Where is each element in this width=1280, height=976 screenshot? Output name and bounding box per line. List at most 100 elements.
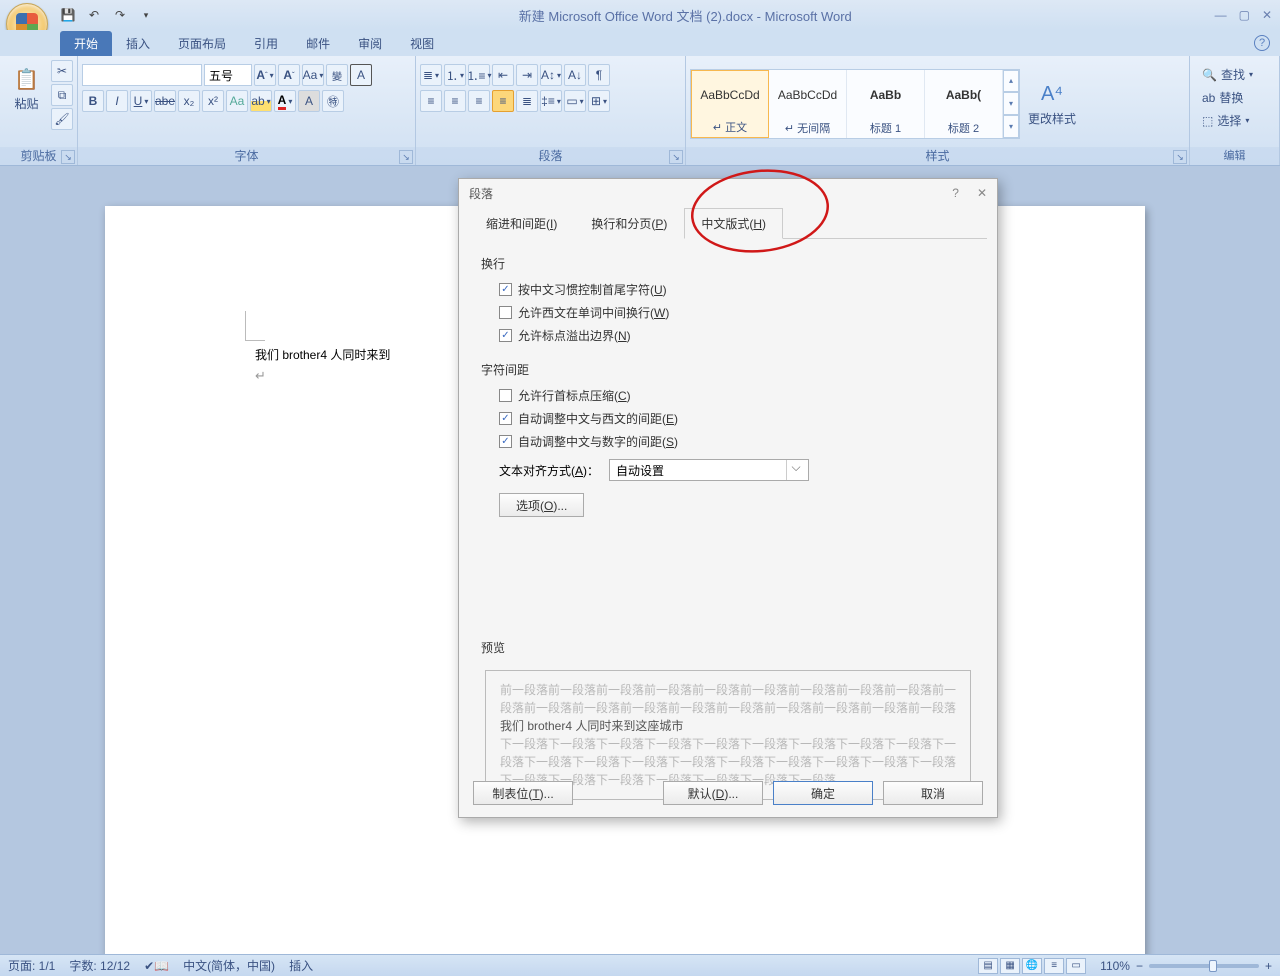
minimize-button[interactable]: —: [1215, 8, 1227, 22]
font-name-combo[interactable]: [82, 64, 202, 86]
clipboard-launcher[interactable]: ↘: [61, 150, 75, 164]
replace-button[interactable]: ab替换: [1198, 87, 1257, 108]
tab-view[interactable]: 视图: [396, 31, 448, 56]
tab-references[interactable]: 引用: [240, 31, 292, 56]
tab-insert[interactable]: 插入: [112, 31, 164, 56]
strike-button[interactable]: abe: [154, 90, 176, 112]
select-button[interactable]: ⬚选择▾: [1198, 110, 1257, 131]
check-punct-overflow[interactable]: 允许标点溢出边界(N): [481, 324, 975, 347]
default-button[interactable]: 默认(D)...: [663, 781, 763, 805]
sort-button[interactable]: A↓: [564, 64, 586, 86]
redo-icon[interactable]: ↷: [110, 5, 130, 25]
view-draft-icon[interactable]: ▭: [1066, 958, 1086, 974]
text-direction-button[interactable]: A↕: [540, 64, 562, 86]
font-color-button[interactable]: A: [274, 90, 296, 112]
view-print-icon[interactable]: ▤: [978, 958, 998, 974]
dialog-tab-indent[interactable]: 缩进和间距(I): [469, 208, 574, 239]
save-icon[interactable]: 💾: [58, 5, 78, 25]
maximize-button[interactable]: ▢: [1239, 8, 1250, 22]
highlight-button[interactable]: ab: [250, 90, 272, 112]
close-button[interactable]: ✕: [1262, 8, 1272, 22]
dialog-tab-cjk[interactable]: 中文版式(H): [684, 208, 783, 239]
underline-button[interactable]: U: [130, 90, 152, 112]
superscript-button[interactable]: x²: [202, 90, 224, 112]
format-painter-icon[interactable]: 🖌: [51, 108, 73, 130]
change-styles-button[interactable]: A⁴ 更改样式: [1022, 75, 1082, 132]
style-gallery-scroll[interactable]: ▴▾▾: [1003, 70, 1019, 138]
spellcheck-icon[interactable]: ✔📖: [144, 959, 169, 973]
font-size-combo[interactable]: 五号: [204, 64, 252, 86]
zoom-in-button[interactable]: +: [1265, 959, 1272, 973]
line-spacing-button[interactable]: ‡≡: [540, 90, 562, 112]
zoom-level[interactable]: 110%: [1100, 959, 1130, 973]
enclose-char-button[interactable]: ㊕: [322, 90, 344, 112]
cancel-button[interactable]: 取消: [883, 781, 983, 805]
tab-home[interactable]: 开始: [60, 31, 112, 56]
copy-icon[interactable]: ⧉: [51, 84, 73, 106]
check-cjk-number-space[interactable]: 自动调整中文与数字的间距(S): [481, 430, 975, 453]
undo-icon[interactable]: ↶: [84, 5, 104, 25]
zoom-out-button[interactable]: −: [1136, 959, 1143, 973]
style-heading1[interactable]: AaBb 标题 1: [847, 70, 925, 138]
change-case-button[interactable]: Aa: [302, 64, 324, 86]
align-right-button[interactable]: ≡: [468, 90, 490, 112]
zoom-slider[interactable]: [1149, 964, 1259, 968]
clear-format-button[interactable]: Aa: [226, 90, 248, 112]
shading-button[interactable]: ▭: [564, 90, 586, 112]
numbering-button[interactable]: ⒈: [444, 64, 466, 86]
tabstops-button[interactable]: 制表位(T)...: [473, 781, 573, 805]
styles-launcher[interactable]: ↘: [1173, 150, 1187, 164]
status-page[interactable]: 页面: 1/1: [8, 957, 55, 974]
check-cjk-linebreak[interactable]: 按中文习惯控制首尾字符(U): [481, 278, 975, 301]
grow-font-button[interactable]: Aˆ: [254, 64, 276, 86]
phonetic-button[interactable]: 變: [326, 64, 348, 86]
paste-button[interactable]: 📋 粘贴: [4, 60, 49, 117]
style-normal[interactable]: AaBbCcDd ↵ 正文: [691, 70, 769, 138]
change-styles-label: 更改样式: [1028, 110, 1076, 127]
italic-button[interactable]: I: [106, 90, 128, 112]
checkbox-icon: [499, 389, 512, 402]
distribute-button[interactable]: ≣: [516, 90, 538, 112]
status-language[interactable]: 中文(简体，中国): [183, 957, 275, 974]
options-button[interactable]: 选项(O)...: [499, 493, 584, 517]
multilevel-button[interactable]: ⒈≡: [468, 64, 490, 86]
help-icon[interactable]: ?: [1254, 35, 1270, 51]
status-mode[interactable]: 插入: [289, 957, 313, 974]
bold-button[interactable]: B: [82, 90, 104, 112]
bullets-button[interactable]: ≣: [420, 64, 442, 86]
text-align-combo[interactable]: 自动设置: [609, 459, 809, 481]
view-outline-icon[interactable]: ≡: [1044, 958, 1064, 974]
qat-more-icon[interactable]: ▾: [136, 5, 156, 25]
char-border-button[interactable]: A: [350, 64, 372, 86]
align-left-button[interactable]: ≡: [420, 90, 442, 112]
subscript-button[interactable]: x₂: [178, 90, 200, 112]
status-bar: 页面: 1/1 字数: 12/12 ✔📖 中文(简体，中国) 插入 ▤ ▦ 🌐 …: [0, 954, 1280, 976]
check-latin-wrap[interactable]: 允许西文在单词中间换行(W): [481, 301, 975, 324]
font-launcher[interactable]: ↘: [399, 150, 413, 164]
align-center-button[interactable]: ≡: [444, 90, 466, 112]
paragraph-launcher[interactable]: ↘: [669, 150, 683, 164]
dialog-close-icon[interactable]: ✕: [977, 186, 987, 200]
status-words[interactable]: 字数: 12/12: [69, 957, 130, 974]
dialog-help-icon[interactable]: ?: [952, 186, 959, 200]
borders-button[interactable]: ⊞: [588, 90, 610, 112]
shrink-font-button[interactable]: Aˇ: [278, 64, 300, 86]
char-shading-button[interactable]: A: [298, 90, 320, 112]
justify-button[interactable]: ≡: [492, 90, 514, 112]
dialog-tab-pagebreak[interactable]: 换行和分页(P): [574, 208, 684, 239]
view-web-icon[interactable]: 🌐: [1022, 958, 1042, 974]
check-punct-compress[interactable]: 允许行首标点压缩(C): [481, 384, 975, 407]
show-marks-button[interactable]: ¶: [588, 64, 610, 86]
tab-review[interactable]: 审阅: [344, 31, 396, 56]
find-button[interactable]: 🔍查找▾: [1198, 64, 1257, 85]
increase-indent-button[interactable]: ⇥: [516, 64, 538, 86]
style-nospacing[interactable]: AaBbCcDd ↵ 无间隔: [769, 70, 847, 138]
decrease-indent-button[interactable]: ⇤: [492, 64, 514, 86]
ok-button[interactable]: 确定: [773, 781, 873, 805]
view-fullscreen-icon[interactable]: ▦: [1000, 958, 1020, 974]
cut-icon[interactable]: ✂: [51, 60, 73, 82]
style-heading2[interactable]: AaBb( 标题 2: [925, 70, 1003, 138]
tab-layout[interactable]: 页面布局: [164, 31, 240, 56]
check-cjk-latin-space[interactable]: 自动调整中文与西文的间距(E): [481, 407, 975, 430]
tab-mailings[interactable]: 邮件: [292, 31, 344, 56]
